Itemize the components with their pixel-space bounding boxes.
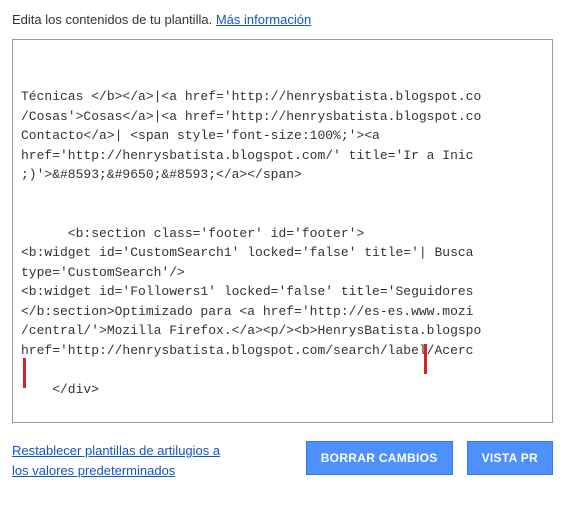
clear-changes-button[interactable]: BORRAR CAMBIOS	[306, 441, 453, 475]
marker-left	[23, 358, 26, 388]
preview-button[interactable]: VISTA PR	[467, 441, 553, 475]
marker-right	[424, 344, 427, 374]
reset-widgets-link[interactable]: Restablecer plantillas de artilugios a l…	[12, 441, 232, 480]
template-code-editor[interactable]: Técnicas </b></a>|<a href='http://henrys…	[12, 39, 553, 423]
bottom-toolbar: Restablecer plantillas de artilugios a l…	[12, 441, 553, 480]
header-instruction: Edita los contenidos de tu plantilla. Má…	[12, 12, 553, 27]
header-intro-text: Edita los contenidos de tu plantilla.	[12, 12, 216, 27]
code-content: Técnicas </b></a>|<a href='http://henrys…	[21, 87, 544, 423]
more-info-link[interactable]: Más información	[216, 12, 311, 27]
